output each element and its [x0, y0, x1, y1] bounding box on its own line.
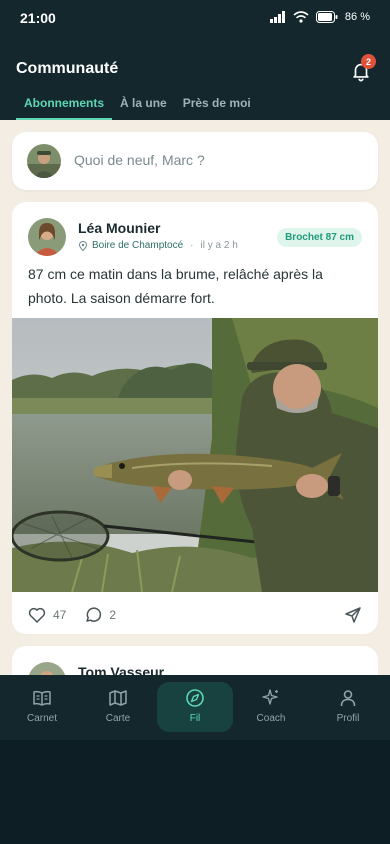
location-pin-icon	[78, 240, 88, 251]
post-composer[interactable]: Quoi de neuf, Marc ?	[12, 132, 378, 190]
status-bar: 21:00 86 %	[0, 0, 390, 40]
composer-placeholder: Quoi de neuf, Marc ?	[74, 152, 205, 168]
nav-item-profil[interactable]: Profil	[310, 682, 386, 732]
wifi-icon	[293, 11, 309, 23]
map-icon	[109, 690, 127, 706]
nav-item-carnet[interactable]: Carnet	[4, 682, 80, 732]
heart-icon	[28, 607, 46, 623]
signal-icon	[269, 11, 285, 23]
status-icons: 86 %	[269, 11, 370, 23]
post-location[interactable]: Boire de Champtocé	[92, 240, 183, 251]
post-photo[interactable]	[12, 318, 378, 592]
nav-item-coach[interactable]: Coach	[233, 682, 309, 732]
book-icon	[33, 690, 51, 706]
post-time: il y a 2 h	[200, 240, 238, 251]
meta-separator: ·	[190, 240, 194, 251]
app-header: Communauté 2 Abonnements À la une Près d…	[0, 40, 390, 120]
user-icon	[340, 690, 356, 707]
nav-label: Coach	[256, 713, 286, 724]
tab-pres-de-moi[interactable]: Près de moi	[175, 92, 259, 120]
post-card: Tom Vasseur	[12, 646, 378, 675]
nav-item-fil[interactable]: Fil	[157, 682, 233, 732]
nav-label: Profil	[336, 713, 360, 724]
comment-button[interactable]: 2	[84, 606, 116, 624]
send-icon[interactable]	[344, 606, 362, 624]
sparkles-icon	[262, 689, 278, 705]
tab-a-la-une[interactable]: À la une	[112, 92, 175, 120]
catch-badge: Brochet 87 cm	[277, 228, 362, 247]
post-author[interactable]: Léa Mounier	[78, 220, 160, 236]
comment-icon	[86, 607, 102, 622]
app-background	[0, 740, 390, 844]
like-count: 47	[53, 608, 67, 622]
nav-item-carte[interactable]: Carte	[80, 682, 156, 732]
post-text: 87 cm ce matin dans la brume, relâché ap…	[28, 266, 323, 306]
post-actions: 47 2	[28, 605, 362, 625]
bottom-nav: Carnet Carte Fil Coach Profil	[0, 675, 390, 740]
avatar[interactable]	[28, 662, 66, 675]
nav-label: Carte	[105, 713, 131, 724]
status-time: 21:00	[20, 10, 56, 26]
post-card: Léa Mounier Boire de Champtocé · il y a …	[12, 202, 378, 634]
feed-tabs: Abonnements À la une Près de moi	[16, 92, 259, 120]
avatar	[27, 144, 61, 178]
post-meta: Boire de Champtocé · il y a 2 h	[78, 240, 238, 251]
avatar[interactable]	[28, 218, 66, 256]
nav-label: Carnet	[26, 713, 57, 724]
notification-badge: 2	[361, 54, 376, 69]
feed[interactable]: Quoi de neuf, Marc ? Léa Mounier Boire d…	[0, 120, 390, 675]
comment-count: 2	[109, 608, 117, 622]
battery-icon	[315, 11, 338, 23]
page-title: Communauté	[16, 60, 119, 77]
nav-label: Fil	[189, 713, 201, 724]
tab-abonnements[interactable]: Abonnements	[16, 92, 113, 120]
battery-level: 86 %	[344, 11, 370, 23]
post-author[interactable]: Tom Vasseur	[78, 664, 164, 675]
like-button[interactable]: 47	[28, 607, 66, 623]
compass-icon	[186, 689, 204, 707]
